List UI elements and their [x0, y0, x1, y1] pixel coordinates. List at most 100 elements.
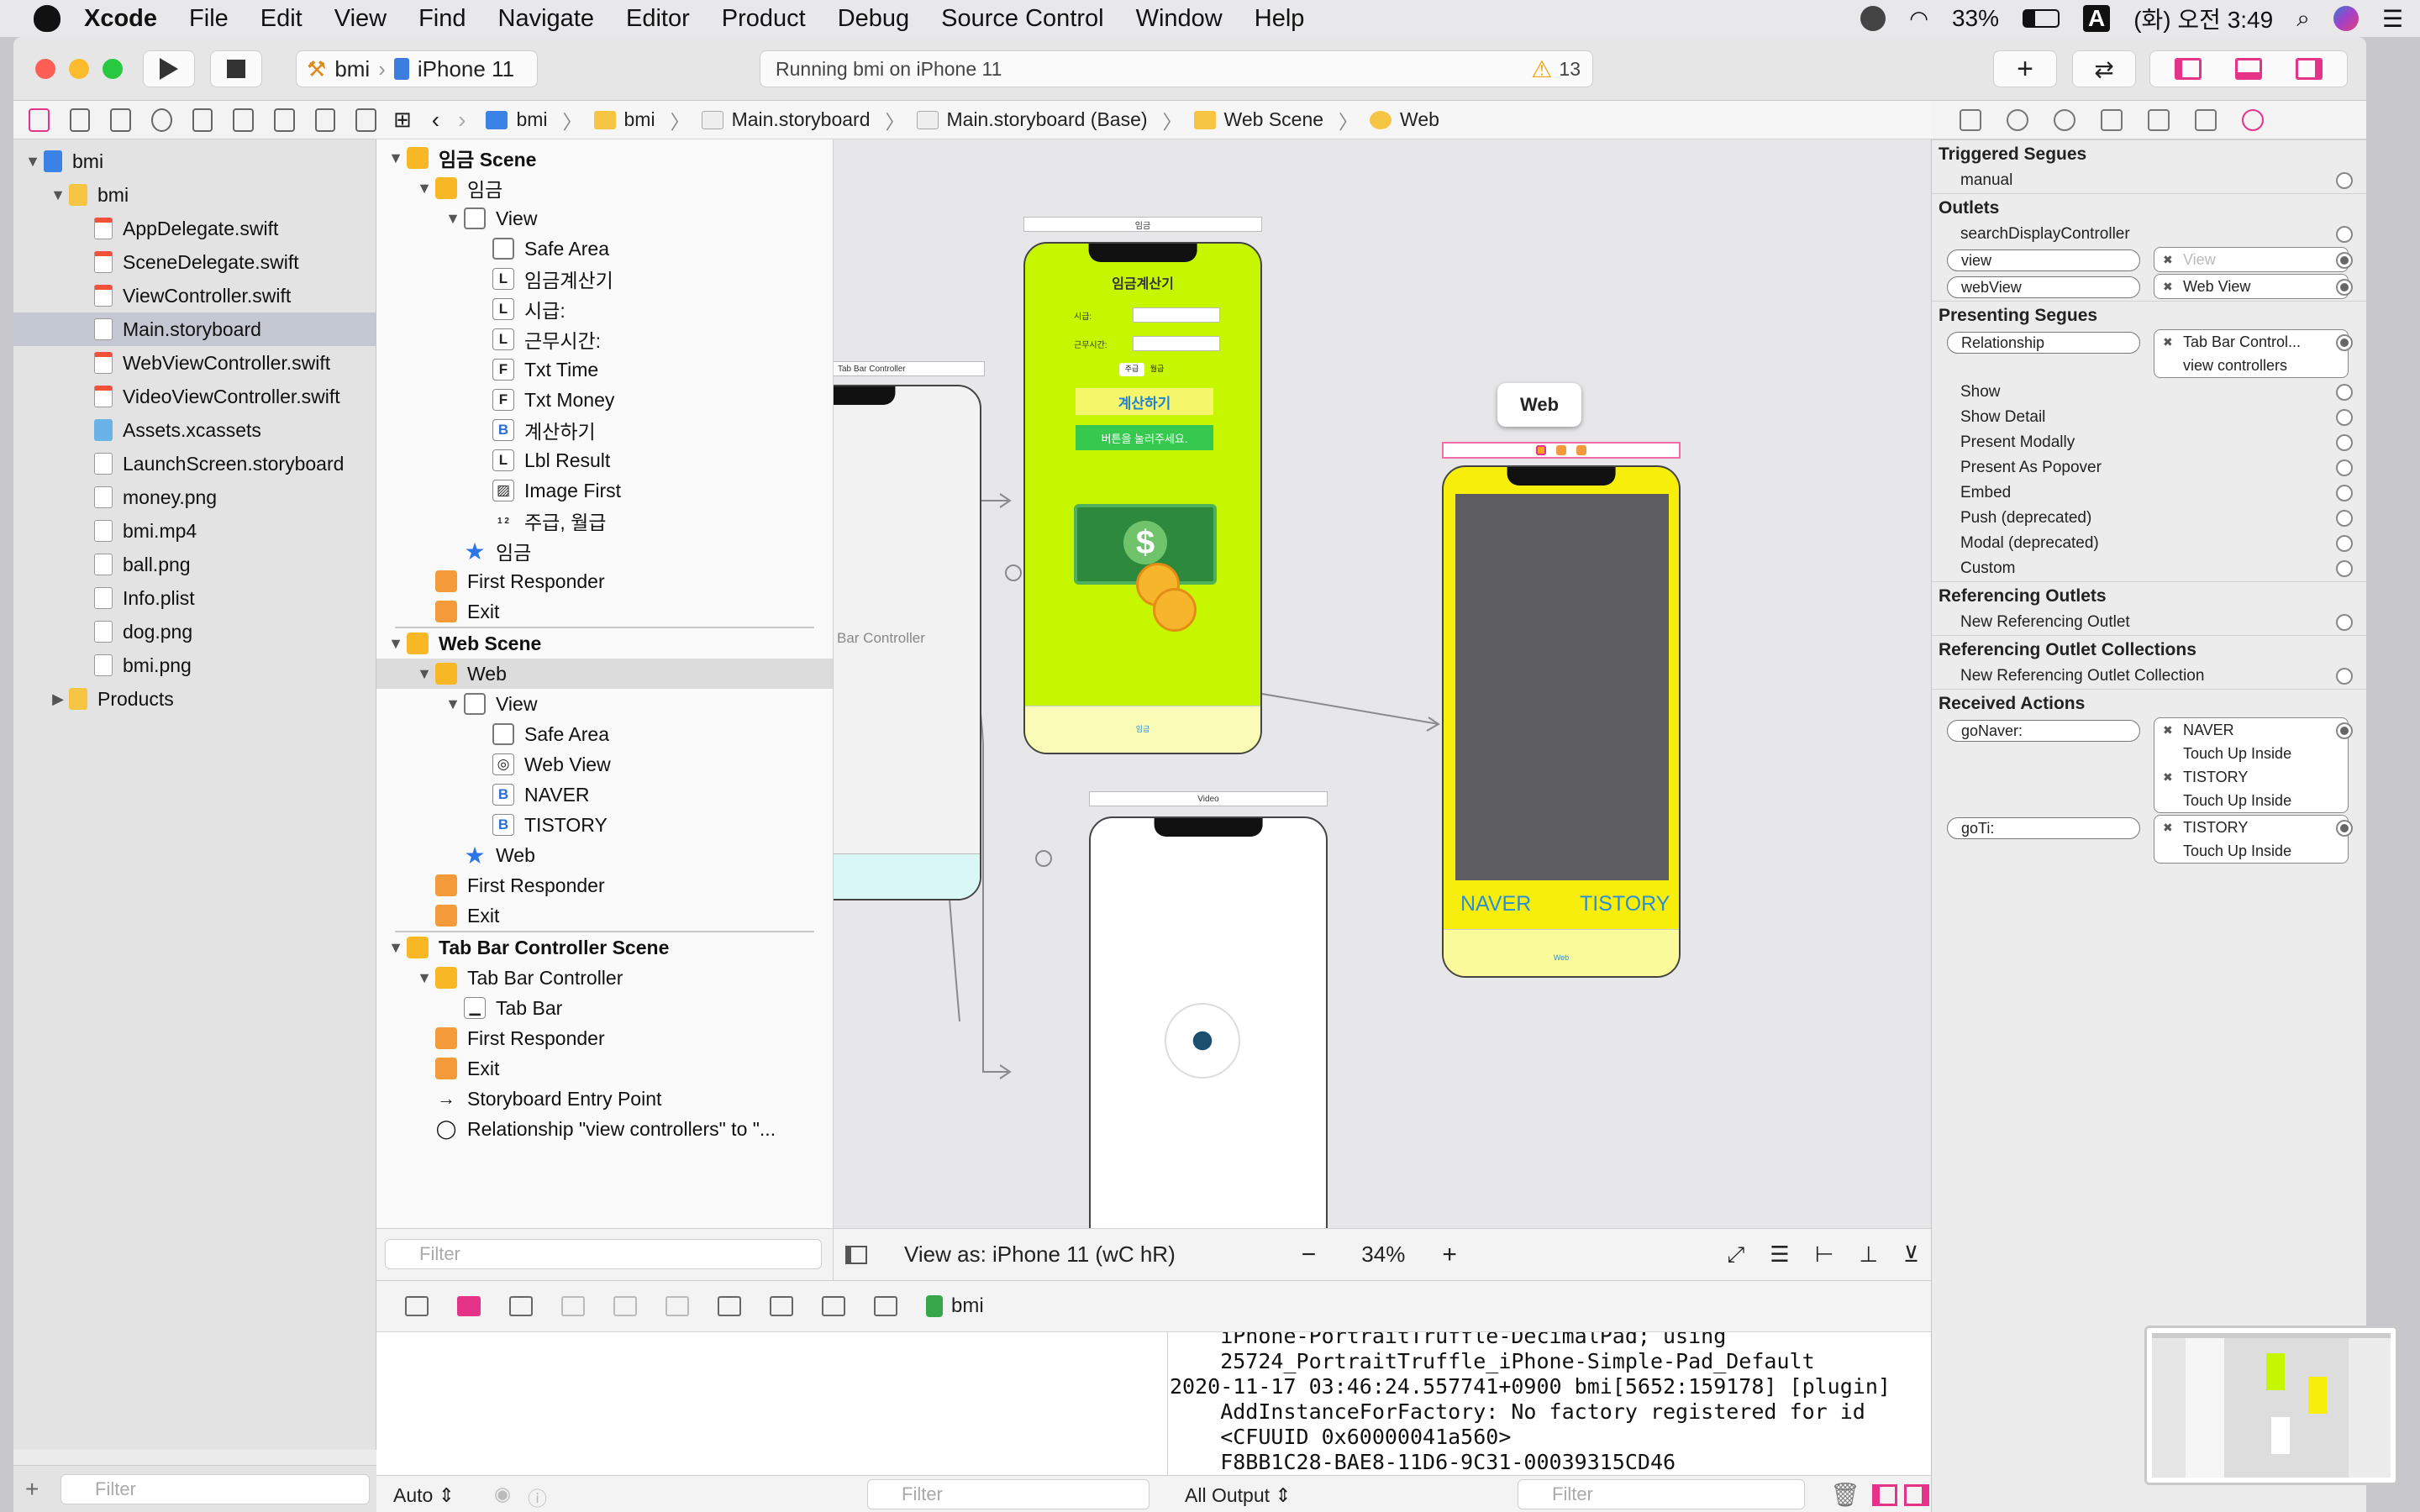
- storyboard-canvas[interactable]: Tab Bar Controller Bar Controller 임금 임금계…: [834, 139, 1939, 1228]
- step-out-icon[interactable]: [666, 1296, 689, 1316]
- breadcrumb-file[interactable]: Main.storyboard: [701, 108, 871, 131]
- navigator-item[interactable]: LaunchScreen.storyboard: [13, 447, 376, 480]
- notification-center-icon[interactable]: ☰: [2382, 5, 2403, 33]
- connection-row[interactable]: Show: [1932, 380, 2366, 405]
- connection-well-icon[interactable]: [2336, 510, 2353, 527]
- zoom-window-button[interactable]: [103, 59, 123, 79]
- symbol-navigator-icon[interactable]: [110, 108, 132, 132]
- view-controller-icon[interactable]: [1536, 445, 1546, 455]
- related-items-icon[interactable]: ⊞: [393, 107, 412, 133]
- variables-filter-field[interactable]: Filter: [867, 1479, 1150, 1509]
- outline-scene[interactable]: ▼ Web Scene: [376, 628, 833, 659]
- show-console-icon[interactable]: [1904, 1484, 1929, 1506]
- connection-well-icon[interactable]: [2336, 820, 2353, 837]
- history-inspector-icon[interactable]: [2007, 108, 2028, 131]
- minimize-window-button[interactable]: [69, 59, 89, 79]
- outline-item[interactable]: Safe Area: [376, 719, 833, 749]
- wage-tab-item[interactable]: 임금: [1025, 723, 1260, 734]
- show-variables-icon[interactable]: [1872, 1484, 1897, 1506]
- connections-inspector-icon[interactable]: [2242, 108, 2264, 131]
- outline-item[interactable]: First Responder: [376, 870, 833, 900]
- navigator-item[interactable]: Assets.xcassets: [13, 413, 376, 447]
- library-button[interactable]: +: [1993, 50, 2057, 87]
- outline-item[interactable]: Exit: [376, 900, 833, 931]
- connection-row[interactable]: Modal (deprecated): [1932, 531, 2366, 556]
- menu-file[interactable]: File: [189, 5, 229, 33]
- stop-button[interactable]: [210, 50, 262, 87]
- pause-icon[interactable]: [509, 1296, 533, 1316]
- segment-weekly[interactable]: 주급: [1119, 363, 1144, 376]
- breakpoints-toggle-icon[interactable]: [457, 1296, 481, 1316]
- simulate-location-icon[interactable]: [874, 1296, 897, 1316]
- outline-item[interactable]: ◎ Web View: [376, 749, 833, 780]
- warnings-indicator[interactable]: ⚠ 13: [1531, 55, 1581, 83]
- wifi-icon[interactable]: ◠: [1909, 6, 1928, 32]
- back-icon[interactable]: ‹: [432, 107, 439, 134]
- update-frames-icon[interactable]: ⤢: [1728, 1242, 1745, 1268]
- connection-row[interactable]: searchDisplayController: [1932, 222, 2366, 247]
- disclosure-open-icon[interactable]: ▼: [385, 635, 407, 653]
- apple-icon[interactable]: [34, 5, 60, 32]
- connection-target-box[interactable]: ✖ TISTORY Touch Up Inside: [2154, 815, 2349, 864]
- outline-item[interactable]: 1 2 주급, 월급: [376, 506, 833, 536]
- connection-well-icon[interactable]: [2336, 226, 2353, 243]
- connection-target-box[interactable]: ✖ Tab Bar Control... view controllers: [2154, 329, 2349, 378]
- debug-navigator-icon[interactable]: [274, 108, 295, 132]
- connection-pill[interactable]: webView: [1947, 276, 2140, 298]
- pay-period-segmented-control[interactable]: 주급 월급: [1119, 363, 1170, 376]
- connection-pill[interactable]: view: [1947, 249, 2140, 271]
- embed-in-icon[interactable]: ☰: [1770, 1242, 1789, 1268]
- calculate-button[interactable]: 계산하기: [1076, 388, 1213, 415]
- identity-inspector-icon[interactable]: [2101, 108, 2123, 131]
- tistory-button[interactable]: TISTORY: [1580, 892, 1670, 916]
- disclosure-open-icon[interactable]: ▼: [413, 969, 435, 987]
- menu-edit[interactable]: Edit: [260, 5, 302, 33]
- navigator-item[interactable]: AppDelegate.swift: [13, 212, 376, 245]
- messenger-icon[interactable]: [1860, 6, 1886, 31]
- console-filter-field[interactable]: Filter: [1518, 1479, 1805, 1509]
- tab-bar-controller-phone[interactable]: Bar Controller: [834, 385, 981, 900]
- connection-row[interactable]: view ✖ View: [1932, 247, 2366, 274]
- battery-icon[interactable]: [2022, 9, 2060, 28]
- menu-view[interactable]: View: [334, 5, 387, 33]
- scheme-selector[interactable]: ⚒ bmi › iPhone 11: [296, 50, 538, 87]
- zoom-out-button[interactable]: −: [1302, 1241, 1317, 1269]
- add-file-icon[interactable]: +: [25, 1476, 39, 1503]
- web-tab-item[interactable]: Web: [1444, 953, 1679, 962]
- navigator-filter-field[interactable]: Filter: [60, 1474, 370, 1504]
- disclosure-open-icon[interactable]: ▼: [413, 180, 435, 197]
- environment-overrides-icon[interactable]: [822, 1296, 845, 1316]
- work-hours-field[interactable]: [1133, 336, 1220, 351]
- outline-scene[interactable]: ▼ 임금 Scene: [376, 143, 833, 173]
- outline-item[interactable]: F Txt Money: [376, 385, 833, 415]
- file-inspector-icon[interactable]: [1960, 108, 1981, 131]
- menu-xcode[interactable]: Xcode: [84, 5, 157, 33]
- connection-row[interactable]: Show Detail: [1932, 405, 2366, 430]
- menu-window[interactable]: Window: [1136, 5, 1223, 33]
- connection-row[interactable]: Relationship ✖ Tab Bar Control... view cont…: [1932, 329, 2366, 380]
- connection-row[interactable]: goNaver: ✖ NAVER Touch Up Inside ✖ TISTORY Tou…: [1932, 717, 2366, 815]
- outline-item[interactable]: ★ Web: [376, 840, 833, 870]
- connection-pill[interactable]: Relationship: [1947, 332, 2140, 354]
- first-responder-icon[interactable]: [1556, 445, 1566, 455]
- disclosure-open-icon[interactable]: ▼: [22, 153, 44, 171]
- remove-connection-icon[interactable]: ✖: [2163, 253, 2173, 267]
- spotlight-icon[interactable]: ⌕: [2296, 5, 2310, 33]
- navigator-item[interactable]: ViewController.swift: [13, 279, 376, 312]
- quick-help-icon[interactable]: [2054, 108, 2075, 131]
- navigator-item[interactable]: ▶ Products: [13, 682, 376, 716]
- outline-item[interactable]: L 근무시간:: [376, 324, 833, 354]
- outline-item[interactable]: First Responder: [376, 566, 833, 596]
- connection-well-icon[interactable]: [2336, 334, 2353, 351]
- outline-item[interactable]: B 계산하기: [376, 415, 833, 445]
- navigator-item[interactable]: bmi.png: [13, 648, 376, 682]
- navigator-item[interactable]: SceneDelegate.swift: [13, 245, 376, 279]
- outline-item[interactable]: B TISTORY: [376, 810, 833, 840]
- report-navigator-icon[interactable]: [355, 108, 377, 132]
- find-navigator-icon[interactable]: [151, 108, 172, 132]
- outline-item[interactable]: First Responder: [376, 1023, 833, 1053]
- view-as-device-button[interactable]: View as: iPhone 11 (wC hR): [904, 1242, 1176, 1268]
- connection-well-icon[interactable]: [2336, 614, 2353, 631]
- navigator-item[interactable]: dog.png: [13, 615, 376, 648]
- connection-row[interactable]: New Referencing Outlet: [1932, 610, 2366, 635]
